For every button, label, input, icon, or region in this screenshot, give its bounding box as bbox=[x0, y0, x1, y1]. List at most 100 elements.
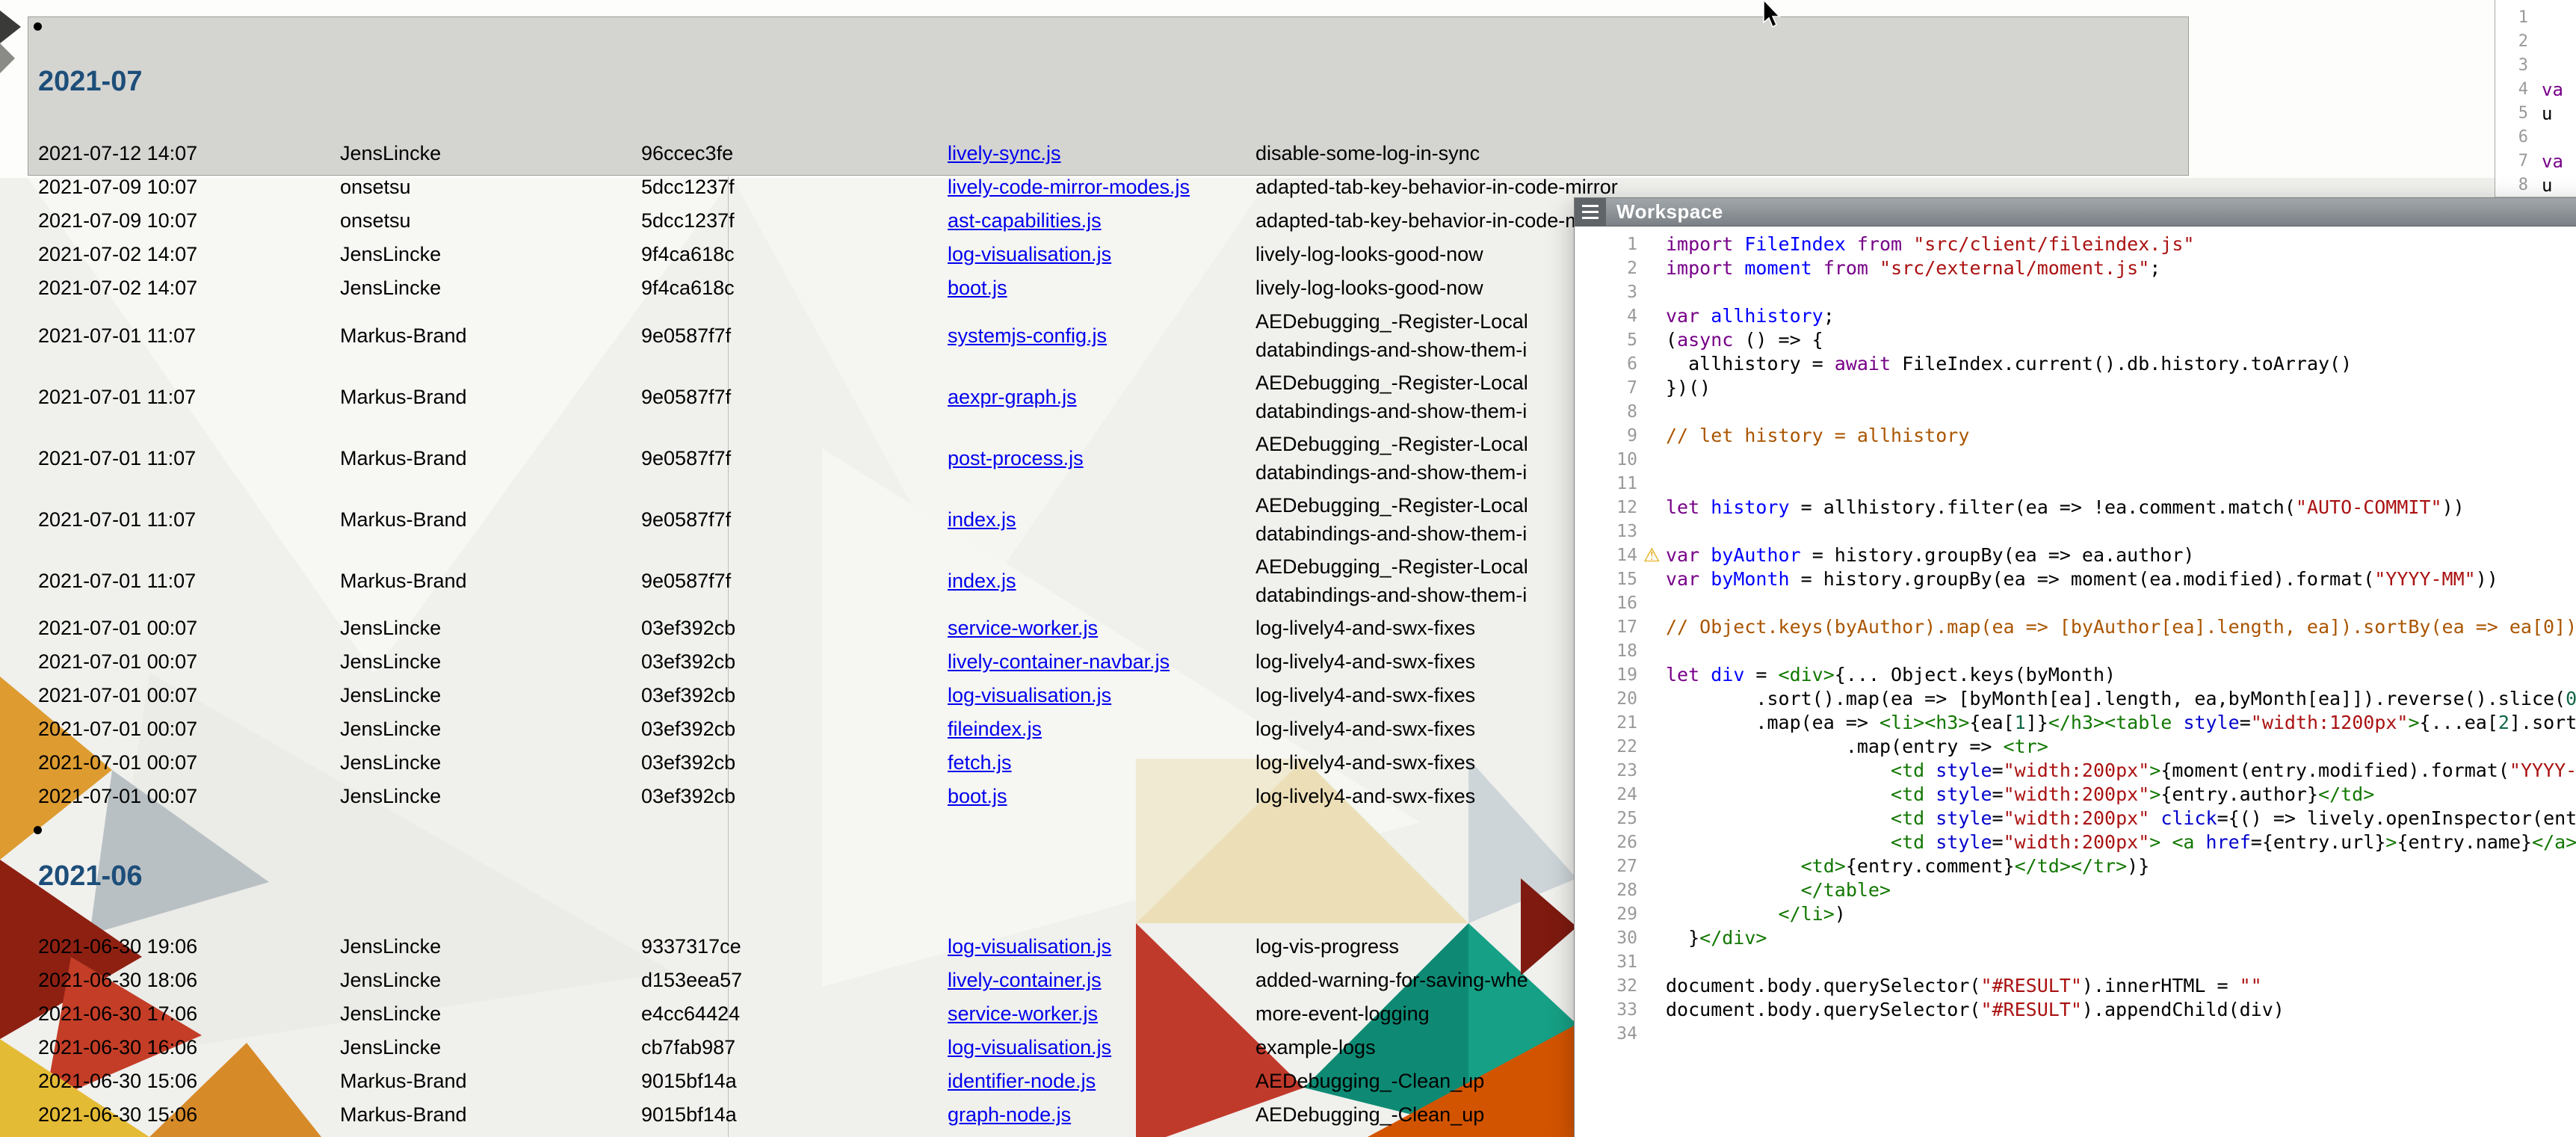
line-number: 17 bbox=[1575, 615, 1649, 639]
commit-date: 2021-07-01 00:07 bbox=[38, 785, 340, 808]
commit-date: 2021-07-01 11:07 bbox=[38, 386, 340, 409]
code-line[interactable]: <td style="width:200px">{entry.author}</… bbox=[1649, 783, 2374, 807]
editor-line: 13 bbox=[1575, 520, 2576, 543]
code-line[interactable]: </li>) bbox=[1649, 902, 1846, 926]
code-line[interactable]: allhistory = await FileIndex.current().d… bbox=[1649, 352, 2352, 376]
commit-file-link[interactable]: service-worker.js bbox=[948, 1002, 1098, 1025]
commit-file-cell: log-visualisation.js bbox=[948, 1036, 1255, 1059]
commit-file-link[interactable]: log-visualisation.js bbox=[948, 935, 1111, 958]
editor-line: 31 bbox=[1575, 950, 2576, 974]
background-editor[interactable]: 1234va5u67va8u bbox=[2495, 0, 2576, 197]
line-number: 19 bbox=[1575, 663, 1649, 687]
commit-file-link[interactable]: post-process.js bbox=[948, 447, 1084, 469]
editor-line: 28 </table> bbox=[1575, 878, 2576, 902]
code-line[interactable]: // let history = allhistory bbox=[1649, 424, 1969, 448]
commit-file-link[interactable]: index.js bbox=[948, 570, 1016, 592]
commit-author: onsetsu bbox=[340, 209, 641, 232]
code-line[interactable] bbox=[2537, 30, 2542, 54]
line-number: 1 bbox=[1575, 232, 1649, 256]
code-line[interactable]: let div = <div>{... Object.keys(byMonth) bbox=[1649, 663, 2116, 687]
code-line[interactable]: let history = allhistory.filter(ea => !e… bbox=[1649, 496, 2465, 520]
editor-line: 6 bbox=[2495, 126, 2576, 150]
code-line[interactable] bbox=[1649, 400, 1666, 424]
commit-file-cell: log-visualisation.js bbox=[948, 684, 1255, 707]
commit-author: JensLincke bbox=[340, 684, 641, 707]
workspace-editor[interactable]: 1import FileIndex from "src/client/filei… bbox=[1575, 227, 2576, 1137]
code-line[interactable]: va bbox=[2537, 78, 2563, 102]
code-line[interactable]: // Object.keys(byAuthor).map(ea => [byAu… bbox=[1649, 615, 2576, 639]
line-number: 28 bbox=[1575, 878, 1649, 902]
commit-hash: d153eea57 bbox=[641, 969, 948, 992]
commit-file-link[interactable]: boot.js bbox=[948, 785, 1007, 807]
code-line[interactable]: var allhistory; bbox=[1649, 304, 1835, 328]
editor-line: 3 bbox=[1575, 280, 2576, 304]
editor-line: 3 bbox=[2495, 54, 2576, 78]
commit-file-link[interactable]: index.js bbox=[948, 508, 1016, 531]
code-line[interactable]: var byAuthor = history.groupBy(ea => ea.… bbox=[1649, 543, 2194, 567]
code-line[interactable] bbox=[2537, 6, 2542, 30]
commit-file-link[interactable]: lively-container-navbar.js bbox=[948, 650, 1170, 673]
code-line[interactable] bbox=[1649, 280, 1666, 304]
code-line[interactable]: va bbox=[2537, 150, 2563, 173]
code-line[interactable] bbox=[1649, 520, 1666, 543]
commit-file-link[interactable]: boot.js bbox=[948, 277, 1007, 299]
commit-file-link[interactable]: ast-capabilities.js bbox=[948, 209, 1102, 232]
code-line[interactable]: }</div> bbox=[1649, 926, 1767, 950]
code-line[interactable] bbox=[1649, 950, 1666, 974]
commit-file-link[interactable]: log-visualisation.js bbox=[948, 1036, 1111, 1059]
commit-file-link[interactable]: identifier-node.js bbox=[948, 1070, 1096, 1092]
commit-hash: 9e0587f7f bbox=[641, 386, 948, 409]
commit-file-link[interactable]: graph-node.js bbox=[948, 1103, 1071, 1126]
commit-date: 2021-07-09 10:07 bbox=[38, 209, 340, 232]
code-line[interactable]: })() bbox=[1649, 376, 1711, 400]
code-line[interactable]: u bbox=[2537, 102, 2552, 126]
editor-line: 11 bbox=[1575, 472, 2576, 496]
list-bullet bbox=[34, 22, 42, 31]
editor-line: 7})() bbox=[1575, 376, 2576, 400]
code-line[interactable]: <td style="width:200px">{moment(entry.mo… bbox=[1649, 759, 2576, 783]
commit-file-link[interactable]: fileindex.js bbox=[948, 718, 1042, 740]
editor-line: 33document.body.querySelector("#RESULT")… bbox=[1575, 998, 2576, 1022]
commit-file-link[interactable]: aexpr-graph.js bbox=[948, 386, 1077, 408]
code-line[interactable]: u bbox=[2537, 173, 2552, 197]
commit-file-link[interactable]: log-visualisation.js bbox=[948, 243, 1111, 265]
commit-file-link[interactable]: log-visualisation.js bbox=[948, 684, 1111, 706]
window-menu-icon[interactable] bbox=[1575, 198, 1606, 226]
code-line[interactable]: <td>{entry.comment}</td></tr>)} bbox=[1649, 854, 2149, 878]
commit-file-link[interactable]: service-worker.js bbox=[948, 617, 1098, 639]
code-line[interactable]: import FileIndex from "src/client/filein… bbox=[1649, 232, 2194, 256]
line-number: 24 bbox=[1575, 783, 1649, 807]
commit-file-link[interactable]: fetch.js bbox=[948, 751, 1012, 774]
code-line[interactable] bbox=[1649, 472, 1666, 496]
commit-file-link[interactable]: lively-code-mirror-modes.js bbox=[948, 176, 1190, 198]
code-line[interactable]: </table> bbox=[1649, 878, 1891, 902]
code-line[interactable]: (async () => { bbox=[1649, 328, 1823, 352]
code-line[interactable] bbox=[1649, 591, 1666, 615]
line-number: 12 bbox=[1575, 496, 1649, 520]
code-line[interactable] bbox=[2537, 54, 2542, 78]
commit-file-link[interactable]: lively-container.js bbox=[948, 969, 1102, 991]
code-line[interactable]: document.body.querySelector("#RESULT").i… bbox=[1649, 974, 2262, 998]
code-line[interactable] bbox=[1649, 448, 1666, 472]
commit-file-link[interactable]: lively-sync.js bbox=[948, 142, 1061, 164]
code-line[interactable]: import moment from "src/external/moment.… bbox=[1649, 256, 2160, 280]
code-line[interactable]: .map(ea => <li><h3>{ea[1]}</h3><table st… bbox=[1649, 711, 2576, 735]
code-line[interactable]: .sort().map(ea => [byMonth[ea].length, e… bbox=[1649, 687, 2576, 711]
code-line[interactable]: document.body.querySelector("#RESULT").a… bbox=[1649, 998, 2285, 1022]
window-title: Workspace bbox=[1616, 200, 1723, 224]
commit-file-link[interactable]: systemjs-config.js bbox=[948, 324, 1107, 347]
code-line[interactable] bbox=[1649, 639, 1666, 663]
code-line[interactable]: var byMonth = history.groupBy(ea => mome… bbox=[1649, 567, 2498, 591]
commit-file-cell: aexpr-graph.js bbox=[948, 386, 1255, 409]
line-number: 33 bbox=[1575, 998, 1649, 1022]
code-line[interactable]: <td style="width:200px"> <a href={entry.… bbox=[1649, 831, 2576, 854]
code-line[interactable]: <td style="width:200px" click={() => liv… bbox=[1649, 807, 2576, 831]
warning-icon[interactable]: ⚠ bbox=[1643, 543, 1660, 567]
editor-line: 5u bbox=[2495, 102, 2576, 126]
code-line[interactable]: .map(entry => <tr> bbox=[1649, 735, 2048, 759]
code-line[interactable] bbox=[2537, 126, 2542, 150]
window-titlebar[interactable]: Workspace bbox=[1575, 198, 2576, 227]
code-line[interactable] bbox=[1649, 1022, 1666, 1046]
commit-date: 2021-07-01 00:07 bbox=[38, 617, 340, 640]
editor-line: 15var byMonth = history.groupBy(ea => mo… bbox=[1575, 567, 2576, 591]
